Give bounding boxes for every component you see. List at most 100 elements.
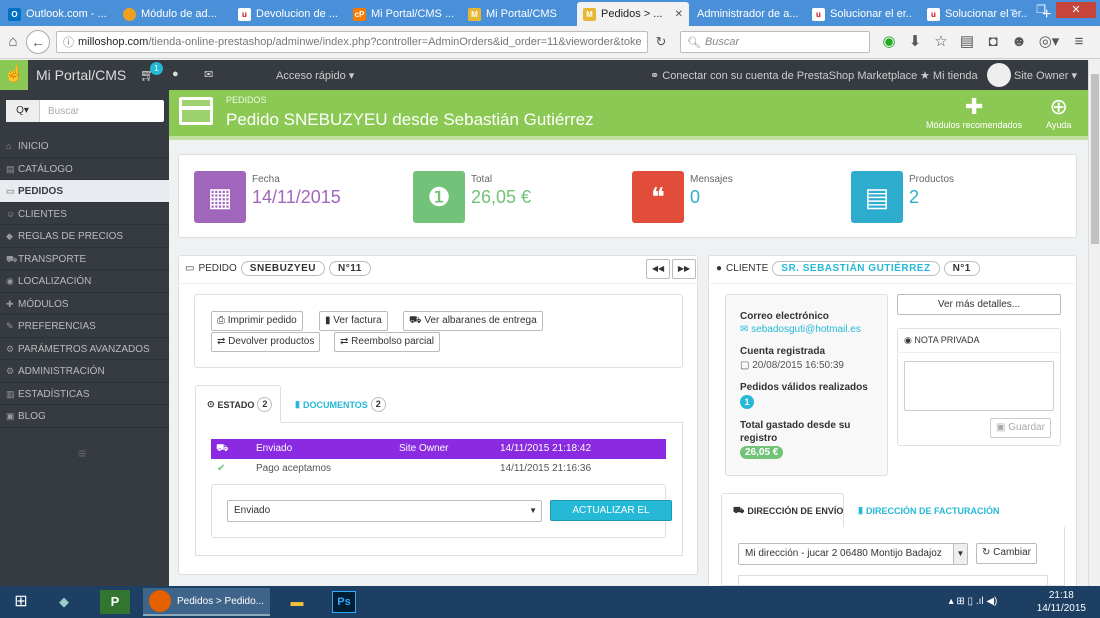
sidebar-item-inicio[interactable]: ⌂ INICIO — [0, 135, 169, 158]
sidebar-item-parámetros-avanzados[interactable]: ⚙ PARÁMETROS AVANZADOS — [0, 338, 169, 360]
sidebar-search-input[interactable]: Q▾ Buscar — [6, 100, 164, 122]
update-status-button[interactable]: ACTUALIZAR EL ESTADO — [550, 500, 672, 535]
taskbar-firefox-app[interactable]: Pedidos > Pedido... — [143, 588, 270, 616]
browser-tab[interactable]: Módulo de ad... — [117, 2, 230, 26]
previous-order-button[interactable]: ◀◀ — [646, 259, 670, 279]
close-window-button[interactable]: ✕ — [1056, 2, 1096, 18]
view-invoice-button[interactable]: ▮ Ver factura — [319, 311, 388, 331]
browser-tab[interactable]: M Mi Portal/CMS — [462, 2, 575, 26]
breadcrumb[interactable]: PEDIDOS — [226, 95, 267, 105]
divider — [897, 352, 1061, 353]
browser-tab[interactable]: Administrador de a... — [691, 2, 804, 26]
customer-name-link[interactable]: SR. SEBASTIÁN GUTIÉRREZ — [772, 261, 940, 276]
view-more-details-button[interactable]: Ver más detalles... — [897, 294, 1061, 315]
user-icon[interactable]: ● — [172, 68, 179, 80]
print-order-button[interactable]: ⎙ Imprimir pedido — [211, 311, 303, 331]
page-scrollbar[interactable] — [1088, 60, 1100, 586]
history-row: ✔ Pago aceptamos 14/11/2015 21:16:36 — [211, 459, 666, 479]
project-app-icon[interactable]: P — [100, 590, 130, 614]
sidebar-item-reglas-de-precios[interactable]: ◆ REGLAS DE PRECIOS — [0, 225, 169, 248]
menu-icon: ◆ — [6, 231, 13, 241]
money-icon: ❶ — [413, 171, 465, 223]
customer-email-link[interactable]: ✉ sebadosguti@hotmail.es — [740, 324, 861, 335]
sidebar-item-pedidos[interactable]: ▭ PEDIDOS — [0, 180, 169, 203]
minimize-button[interactable]: – — [1000, 2, 1026, 18]
reload-icon[interactable]: ↻ — [648, 29, 674, 55]
browser-search-input[interactable]: 🔍︎ Buscar — [680, 31, 870, 53]
photoshop-app-icon[interactable]: Ps — [332, 591, 356, 613]
bookmarks-list-icon[interactable]: ▤ — [954, 29, 980, 55]
return-products-button[interactable]: ⇄ Devolver productos — [211, 332, 321, 352]
home-icon[interactable]: ⌂ — [0, 29, 26, 55]
partial-refund-button[interactable]: ⇄ Reembolso parcial — [334, 332, 440, 352]
menu-icon: ⚙ — [6, 343, 15, 354]
url-domain: milloshop.com — [78, 36, 149, 48]
collapse-menu-icon[interactable]: ≡ — [78, 445, 86, 461]
sidebar-item-transporte[interactable]: ⛟TRANSPORTE — [0, 248, 169, 270]
back-button[interactable]: ← — [26, 30, 50, 54]
mail-icon[interactable]: ✉ — [204, 68, 213, 81]
address-select[interactable]: Mi dirección - jucar 2 06480 Montijo Bad… — [738, 543, 968, 565]
sidebar-item-preferencias[interactable]: ✎ PREFERENCIAS — [0, 315, 169, 338]
save-note-button[interactable]: ▣ Guardar — [990, 418, 1051, 438]
sidebar-item-catálogo[interactable]: ▤ CATÁLOGO — [0, 158, 169, 180]
kpi-date: ▦ Fecha 14/11/2015 — [194, 171, 341, 223]
next-order-button[interactable]: ▶▶ — [672, 259, 696, 279]
calendar-icon: ▢ — [740, 360, 753, 371]
browser-tab[interactable]: O Outlook.com - ... — [2, 2, 115, 26]
sidebar-item-localización[interactable]: ◉ LOCALIZACIÓN — [0, 270, 169, 293]
sidebar-item-clientes[interactable]: ☺ CLIENTES — [0, 203, 169, 225]
credit-card-icon: ▭ — [185, 263, 195, 274]
address-bar[interactable]: ⓘ milloshop.com/tienda-online-prestashop/… — [56, 31, 648, 53]
chat-icon[interactable]: ☻ — [1006, 29, 1032, 55]
admin-header: ☝ Mi Portal/CMS 🛒︎ 1 ● ✉ Acceso rápido ▾… — [0, 60, 1088, 90]
file-explorer-icon[interactable]: ▬ — [278, 590, 316, 614]
close-tab-icon[interactable]: ✕ — [675, 9, 683, 20]
windows-start-icon[interactable]: ⊞ — [2, 590, 40, 614]
comments-icon: ❝ — [632, 171, 684, 223]
change-address-button[interactable]: ↻ Cambiar — [976, 543, 1037, 564]
view-delivery-slips-button[interactable]: ⛟ Ver albaranes de entrega — [403, 311, 543, 331]
sidebar-item-blog[interactable]: ▣ BLOG — [0, 405, 169, 428]
browser-tab-active[interactable]: M Pedidos > ... ✕ — [577, 2, 689, 26]
tab-status-label[interactable]: ⊙ ESTADO 2 — [207, 397, 273, 412]
marketplace-link[interactable]: ⚭ Conectar con su cuenta de PrestaShop M… — [650, 69, 917, 82]
address-box — [738, 575, 1048, 586]
system-tray-icons[interactable]: ▴ ⊞ ▯ .ıl ◀) — [928, 590, 1018, 614]
my-store-link[interactable]: ★ Mi tienda — [920, 69, 978, 82]
outlook-icon: O — [8, 7, 21, 21]
sidebar-item-módulos[interactable]: ✚ MÓDULOS — [0, 293, 169, 315]
menu-icon: ☺ — [6, 208, 16, 219]
url-path: /tienda-online-prestashop/adminwe/index.… — [148, 36, 641, 48]
abp-icon[interactable]: ◎▾ — [1032, 29, 1066, 55]
order-actions-well — [194, 294, 683, 368]
extension-icon[interactable]: ◉ — [876, 29, 902, 55]
sidebar-item-estadísticas[interactable]: ▥ ESTADÍSTICAS — [0, 383, 169, 405]
scrollbar-thumb[interactable] — [1091, 74, 1099, 244]
quick-access-menu[interactable]: Acceso rápido ▾ — [276, 69, 354, 82]
browser-tab[interactable]: u Solucionar el er... — [806, 2, 919, 26]
maximize-button[interactable]: ❐ — [1028, 2, 1054, 18]
private-note-textarea[interactable] — [904, 361, 1054, 411]
tab-billing-address[interactable]: ▮ DIRECCIÓN DE FACTURACIÓN — [858, 505, 999, 516]
user-menu[interactable]: Site Owner ▾ — [1014, 69, 1077, 82]
browser-tab[interactable]: u Devolucion de ... — [232, 2, 345, 26]
bookmark-star-icon[interactable]: ☆ — [928, 29, 954, 55]
explorer-app-icon[interactable]: ◆ — [45, 590, 83, 614]
help-button[interactable]: ⊕ Ayuda — [1046, 94, 1071, 130]
lifebuoy-icon: ⊕ — [1049, 94, 1068, 119]
tab-shipping-label[interactable]: ⛟ DIRECCIÓN DE ENVÍO — [733, 505, 843, 517]
browser-tab[interactable]: cP Mi Portal/CMS ... — [347, 2, 460, 26]
search-scope-dropdown[interactable]: Q▾ — [6, 100, 40, 122]
download-icon[interactable]: ⬇ — [902, 29, 928, 55]
system-clock[interactable]: 21:18 14/11/2015 — [1037, 589, 1086, 615]
menu-icon[interactable]: ≡ — [1066, 29, 1092, 55]
avatar[interactable] — [987, 63, 1011, 87]
pocket-icon[interactable]: ◘ — [980, 29, 1006, 55]
sidebar-item-administración[interactable]: ⚙ ADMINISTRACIÓN — [0, 360, 169, 383]
prestashop-logo-icon[interactable]: ☝ — [0, 60, 28, 90]
status-select[interactable]: Enviado ▼ — [227, 500, 542, 522]
divider — [708, 283, 1077, 284]
recommended-modules-button[interactable]: ✚ Módulos recomendados — [926, 94, 1022, 130]
tab-documents[interactable]: ▮ DOCUMENTOS 2 — [295, 397, 386, 412]
